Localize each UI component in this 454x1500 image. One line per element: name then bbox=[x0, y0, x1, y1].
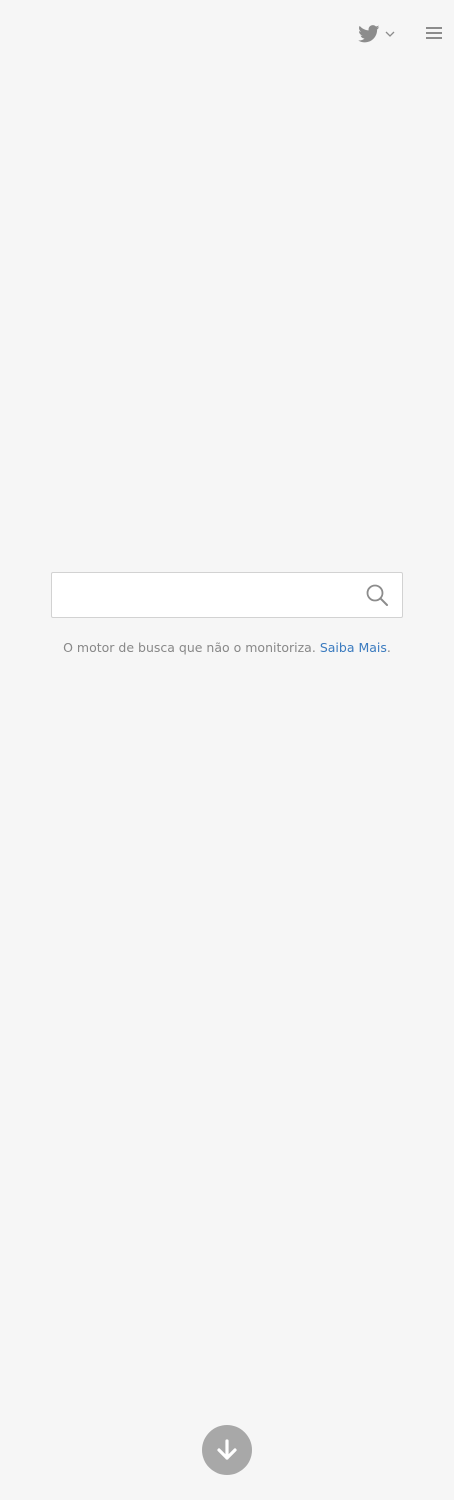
tagline-text: O motor de busca que não o monitoriza. bbox=[63, 640, 316, 655]
search-icon bbox=[366, 584, 388, 606]
search-input[interactable] bbox=[52, 573, 352, 617]
twitter-dropdown-button[interactable] bbox=[358, 22, 400, 46]
arrow-down-icon bbox=[217, 1439, 237, 1460]
chevron-down-icon bbox=[385, 31, 395, 37]
search-button[interactable] bbox=[352, 573, 402, 617]
menu-bar-middle bbox=[426, 32, 442, 34]
menu-bar-top bbox=[426, 27, 442, 29]
learn-more-link[interactable]: Saiba Mais bbox=[320, 640, 387, 655]
hamburger-menu-icon[interactable] bbox=[425, 24, 443, 42]
search-form bbox=[51, 572, 403, 618]
twitter-bird-icon bbox=[358, 25, 380, 43]
tagline: O motor de busca que não o monitoriza. S… bbox=[0, 640, 454, 655]
scroll-down-button[interactable] bbox=[202, 1425, 252, 1475]
tagline-suffix: . bbox=[386, 640, 391, 655]
menu-bar-bottom bbox=[426, 37, 442, 39]
